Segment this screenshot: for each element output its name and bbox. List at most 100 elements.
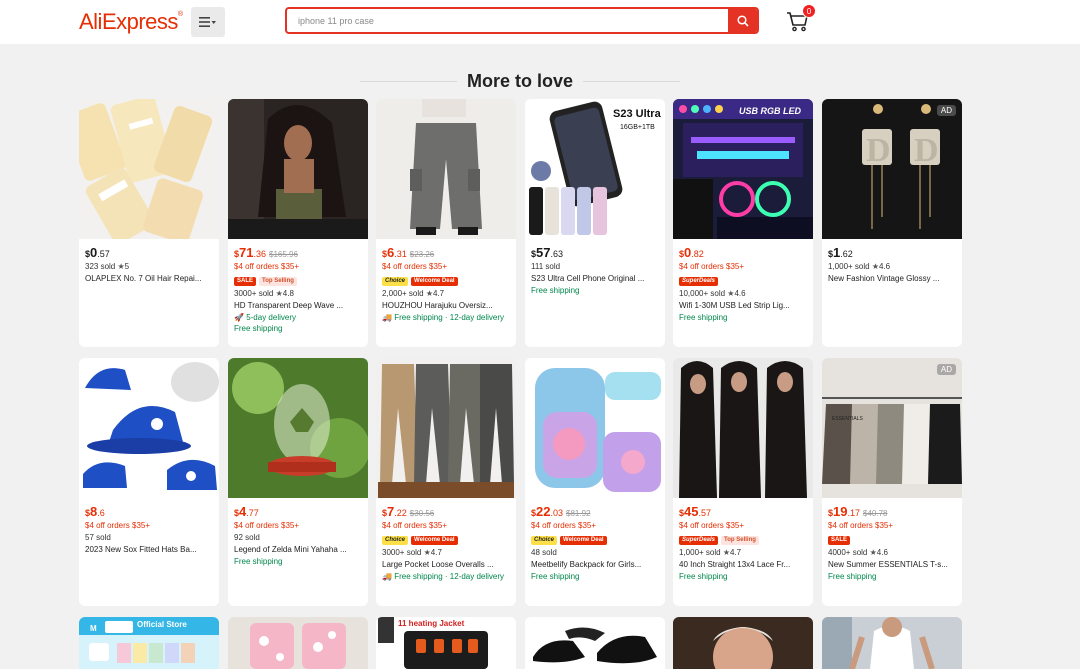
price-line: $19.17 $40.78 bbox=[828, 503, 958, 520]
product-card[interactable]: M Official Store bbox=[79, 617, 219, 669]
product-image bbox=[228, 617, 368, 669]
shipping-info: Free shipping bbox=[234, 557, 283, 566]
product-image[interactable] bbox=[673, 358, 813, 498]
product-price: $7.22 bbox=[382, 504, 407, 519]
product-photo bbox=[673, 358, 813, 498]
categories-menu-button[interactable] bbox=[191, 7, 225, 37]
product-photo bbox=[376, 99, 516, 239]
coupon-text: $4 off orders $35+ bbox=[382, 262, 448, 271]
product-image[interactable] bbox=[79, 99, 219, 239]
original-price: $30.56 bbox=[409, 509, 435, 518]
price-line: $7.22 $30.56 bbox=[382, 503, 512, 520]
rating-value: 4.7 bbox=[730, 548, 742, 557]
product-title[interactable]: Meetbelify Backpack for Girls... bbox=[531, 559, 661, 571]
product-price: $6.31 bbox=[382, 245, 407, 260]
product-card[interactable]: $45.57 $4 off orders $35+ SuperDeals Top Se… bbox=[673, 358, 813, 606]
product-card[interactable]: $22.03 $81.92 $4 off orders $35+ Choice Welc… bbox=[525, 358, 665, 606]
price-line: $71.36 $165.96 bbox=[234, 244, 364, 261]
product-card[interactable]: $7.22 $30.56 $4 off orders $35+ Choice Welco… bbox=[376, 358, 516, 606]
original-price: $23.26 bbox=[409, 250, 435, 259]
product-card[interactable] bbox=[228, 617, 368, 669]
product-tags: SuperDeals bbox=[679, 274, 809, 288]
product-card[interactable]: $0.57 323 sold ★5 OLAPLEX No. 7 Oil Hair R… bbox=[79, 99, 219, 347]
price-line: $0.82 bbox=[679, 244, 809, 261]
search-icon bbox=[736, 14, 749, 27]
coupon-text: $4 off orders $35+ bbox=[828, 521, 894, 530]
star-icon: ★ bbox=[871, 262, 879, 271]
product-price: $71.36 bbox=[234, 245, 266, 260]
search-input[interactable] bbox=[287, 9, 729, 32]
product-info: $57.63 111 sold S23 Ultra Cell Phone Origi… bbox=[531, 244, 661, 296]
product-card[interactable]: D D AD $1.62 1,000+ sold ★4.6 New Fashion … bbox=[822, 99, 962, 347]
product-tags: SuperDeals Top Selling bbox=[679, 533, 809, 547]
price-line: $4.77 bbox=[234, 503, 364, 520]
product-price: $8.6 bbox=[85, 504, 105, 519]
price-line: $6.31 $23.26 bbox=[382, 244, 512, 261]
search-button[interactable] bbox=[728, 9, 757, 32]
shipping-info: Free shipping bbox=[531, 572, 580, 581]
coupon-text: $4 off orders $35+ bbox=[679, 262, 745, 271]
delivery-icon: 🚚 bbox=[382, 313, 395, 322]
product-title[interactable]: Wifi 1-30M USB Led Strip Lig... bbox=[679, 300, 809, 312]
tag-choice: Choice bbox=[531, 535, 558, 545]
coupon-text: $4 off orders $35+ bbox=[234, 262, 300, 271]
product-card[interactable] bbox=[822, 617, 962, 669]
star-icon: ★ bbox=[117, 262, 125, 271]
product-photo bbox=[228, 99, 368, 239]
price-line: $8.6 bbox=[85, 503, 215, 520]
top-header: AliExpress® 0 bbox=[0, 0, 1080, 44]
product-card[interactable]: USB RGB LED $0.82 $4 off orders $35+ Super… bbox=[673, 99, 813, 347]
product-card[interactable]: S23 Ultra 16GB+1TB $57.63 111 sold S23 Ult… bbox=[525, 99, 665, 347]
product-info: $0.57 323 sold ★5 OLAPLEX No. 7 Oil Hair R… bbox=[85, 244, 215, 285]
shipping-info: Free shipping bbox=[679, 572, 728, 581]
product-image[interactable]: D D AD bbox=[822, 99, 962, 239]
product-image[interactable] bbox=[376, 358, 516, 498]
product-title[interactable]: 40 Inch Straight 13x4 Lace Fr... bbox=[679, 559, 809, 571]
product-title[interactable]: Large Pocket Loose Overalls ... bbox=[382, 559, 512, 571]
product-title[interactable]: HD Transparent Deep Wave ... bbox=[234, 300, 364, 312]
coupon-text: $4 off orders $35+ bbox=[382, 521, 448, 530]
product-photo: D D bbox=[822, 99, 962, 239]
original-price: $165.96 bbox=[269, 250, 298, 259]
product-title[interactable]: New Fashion Vintage Glossy ... bbox=[828, 273, 958, 285]
product-card[interactable]: $4.77 $4 off orders $35+ 92 sold Legend of … bbox=[228, 358, 368, 606]
aliexpress-logo[interactable]: AliExpress® bbox=[79, 9, 183, 35]
product-tags: Choice Welcome Deal bbox=[531, 533, 661, 547]
product-title[interactable]: New Summer ESSENTIALS T-s... bbox=[828, 559, 958, 571]
product-image[interactable] bbox=[79, 358, 219, 498]
more-to-love-header: More to love bbox=[360, 69, 680, 93]
product-image[interactable] bbox=[228, 99, 368, 239]
product-price: $4.77 bbox=[234, 504, 259, 519]
product-image[interactable] bbox=[228, 358, 368, 498]
product-title[interactable]: S23 Ultra Cell Phone Original ... bbox=[531, 273, 661, 285]
product-card[interactable]: $8.6 $4 off orders $35+ 57 sold 2023 New So… bbox=[79, 358, 219, 606]
svg-text:16GB+1TB: 16GB+1TB bbox=[620, 124, 655, 131]
product-card[interactable] bbox=[525, 617, 665, 669]
product-photo: S23 Ultra 16GB+1TB bbox=[525, 99, 665, 239]
product-card[interactable]: $71.36 $165.96 $4 off orders $35+ SALE Top S… bbox=[228, 99, 368, 347]
coupon-text: $4 off orders $35+ bbox=[234, 521, 300, 530]
product-card[interactable]: $6.31 $23.26 $4 off orders $35+ Choice Welco… bbox=[376, 99, 516, 347]
product-title[interactable]: 2023 New Sox Fitted Hats Ba... bbox=[85, 544, 215, 556]
delivery-icon: 🚀 bbox=[234, 313, 247, 322]
product-title[interactable]: Legend of Zelda Mini Yahaha ... bbox=[234, 544, 364, 556]
product-image[interactable]: S23 Ultra 16GB+1TB bbox=[525, 99, 665, 239]
product-info: $4.77 $4 off orders $35+ 92 sold Legend of … bbox=[234, 503, 364, 567]
product-tags: SALE bbox=[828, 533, 958, 547]
cart-button[interactable]: 0 bbox=[786, 4, 816, 34]
product-image[interactable]: USB RGB LED bbox=[673, 99, 813, 239]
product-title[interactable]: OLAPLEX No. 7 Oil Hair Repai... bbox=[85, 273, 215, 285]
product-card[interactable]: ESSENTIALS AD $19.17 $40.78 $4 off orders $… bbox=[822, 358, 962, 606]
product-image[interactable] bbox=[376, 99, 516, 239]
tag-welcome: Welcome Deal bbox=[560, 535, 607, 545]
rating-value: 4.7 bbox=[430, 548, 442, 557]
product-image[interactable] bbox=[525, 358, 665, 498]
rating-value: 4.6 bbox=[879, 262, 891, 271]
product-image[interactable]: ESSENTIALS AD bbox=[822, 358, 962, 498]
hamburger-menu-icon bbox=[199, 17, 216, 27]
product-card[interactable]: 11 heating Jacket bbox=[376, 617, 516, 669]
product-title[interactable]: HOUZHOU Harajuku Oversiz... bbox=[382, 300, 512, 312]
rating-value: 5 bbox=[124, 262, 130, 271]
tag-choice: Choice bbox=[382, 535, 409, 545]
product-card[interactable] bbox=[673, 617, 813, 669]
